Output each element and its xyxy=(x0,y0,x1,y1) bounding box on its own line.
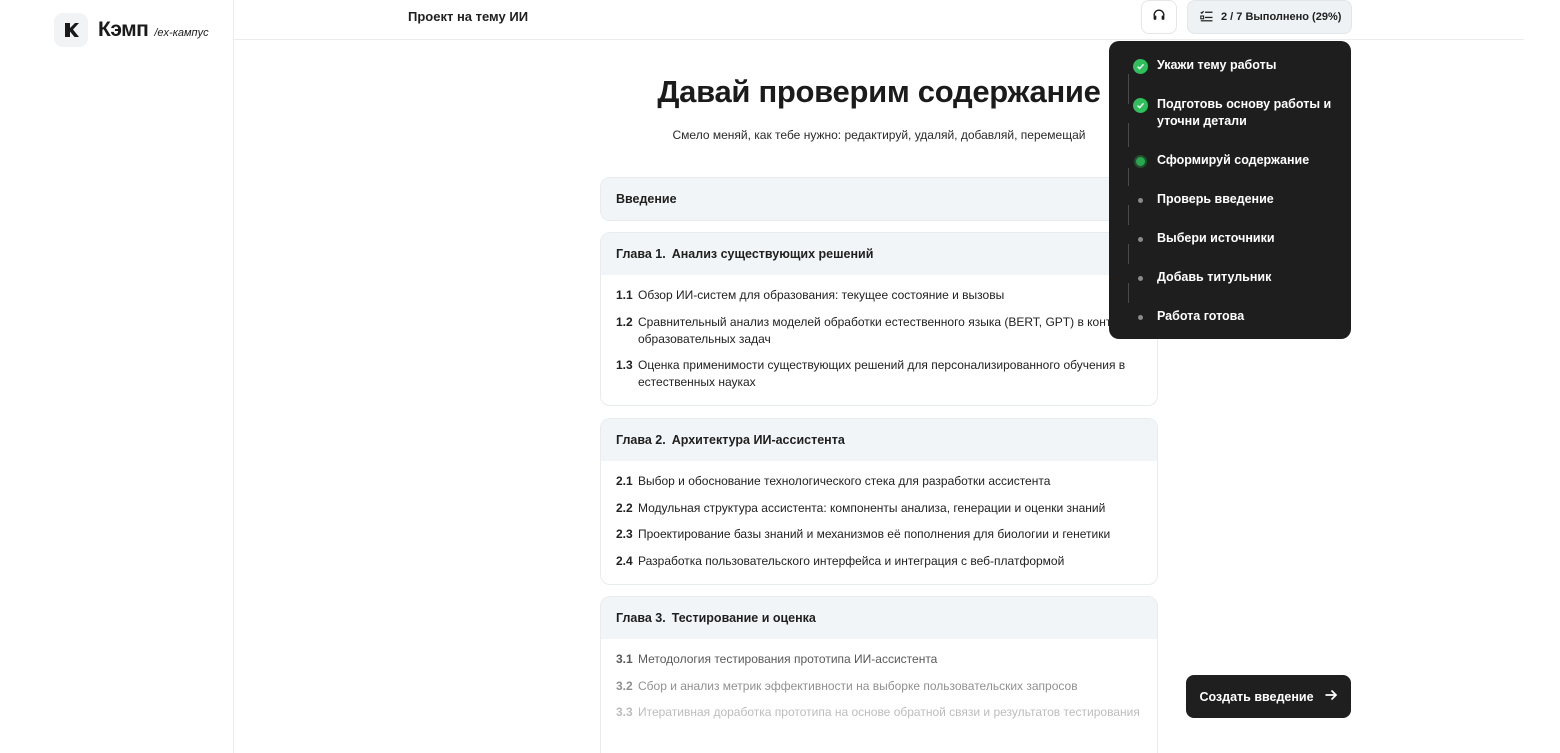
step-label: Добавь титульник xyxy=(1157,270,1272,284)
section-text: Выбор и обоснование технологического сте… xyxy=(638,474,1051,488)
chapter-card-2[interactable]: Глава 2. Архитектура ИИ-ассистента 2.1 В… xyxy=(600,418,1158,585)
step-item-sources[interactable]: Выбери источники xyxy=(1121,230,1339,247)
section-text: Сравнительный анализ моделей обработки е… xyxy=(638,314,1142,346)
step-label: Выбери источники xyxy=(1157,231,1275,245)
chapter-card-3[interactable]: Глава 3. Тестирование и оценка 3.1 Метод… xyxy=(600,596,1158,753)
support-button[interactable] xyxy=(1141,0,1177,34)
intro-heading[interactable]: Введение xyxy=(601,178,1157,220)
intro-card[interactable]: Введение xyxy=(600,177,1158,221)
headset-icon xyxy=(1152,8,1166,27)
section-item[interactable]: 2.1 Выбор и обоснование технологического… xyxy=(616,473,1142,490)
section-text: Разработка пользовательского интерфейса … xyxy=(638,553,1065,568)
step-label: Укажи тему работы xyxy=(1157,58,1277,72)
steps-dropdown: Укажи тему работы Подготовь основу работ… xyxy=(1109,41,1351,339)
brand-logo[interactable]: Кэмп /ex-кампус xyxy=(54,13,209,47)
section-item[interactable]: 1.2 Сравнительный анализ моделей обработ… xyxy=(616,314,1142,348)
section-text: Итеративная доработка прототипа на основ… xyxy=(638,705,1140,719)
step-connector xyxy=(1128,205,1129,225)
step-connector xyxy=(1128,244,1129,264)
step-item-titlepage[interactable]: Добавь титульник xyxy=(1121,269,1339,286)
step-label: Проверь введение xyxy=(1157,192,1274,206)
section-number: 3.2 xyxy=(616,678,633,693)
chapter-heading[interactable]: Глава 1. Анализ существующих решений xyxy=(601,233,1157,275)
step-label: Сформируй содержание xyxy=(1157,153,1310,167)
section-number: 1.3 xyxy=(616,358,633,372)
cta-label: Создать введение xyxy=(1199,689,1314,704)
chapter-heading[interactable]: Глава 2. Архитектура ИИ-ассистента xyxy=(601,419,1157,461)
step-item-basis[interactable]: Подготовь основу работы и уточни детали xyxy=(1121,96,1339,130)
step-item-intro[interactable]: Проверь введение xyxy=(1121,191,1339,208)
page-subtitle: Смело меняй, как тебе нужно: редактируй,… xyxy=(672,128,1086,142)
section-number: 1.1 xyxy=(616,288,633,302)
progress-toggle-button[interactable]: 2 / 7 Выполнено (29%) xyxy=(1187,0,1352,34)
section-item[interactable]: 2.3 Проектирование базы знаний и механиз… xyxy=(616,526,1142,543)
section-item[interactable]: 1.3 Оценка применимости существующих реш… xyxy=(616,357,1142,391)
step-item-done[interactable]: Работа готова xyxy=(1121,308,1339,325)
pending-step-icon xyxy=(1137,314,1143,320)
section-item[interactable]: 2.2 Модульная структура ассистента: комп… xyxy=(616,500,1142,517)
page-title: Давай проверим содержание xyxy=(657,74,1101,109)
chapter-title: Анализ существующих решений xyxy=(671,247,874,261)
logo-mark-icon xyxy=(54,13,88,47)
section-item[interactable]: 3.1 Методология тестирования прототипа И… xyxy=(616,651,1142,668)
pending-step-icon xyxy=(1137,275,1143,281)
check-icon xyxy=(1132,58,1148,74)
active-step-icon xyxy=(1135,156,1145,166)
pending-step-icon xyxy=(1137,236,1143,242)
create-intro-button[interactable]: Создать введение xyxy=(1186,675,1351,718)
section-text: Сбор и анализ метрик эффективности на вы… xyxy=(638,678,1078,693)
chapter-heading[interactable]: Глава 3. Тестирование и оценка xyxy=(601,597,1157,639)
section-item[interactable]: 1.1 Обзор ИИ-систем для образования: тек… xyxy=(616,287,1142,304)
section-text: Обзор ИИ-систем для образования: текущее… xyxy=(638,288,1005,302)
section-number: 1.2 xyxy=(616,314,633,329)
brand-name: Кэмп xyxy=(98,18,149,41)
section-text: Проектирование базы знаний и механизмов … xyxy=(638,527,1111,541)
chapter-card-1[interactable]: Глава 1. Анализ существующих решений 1.1… xyxy=(600,232,1158,406)
step-connector xyxy=(1128,283,1129,303)
step-item-topic[interactable]: Укажи тему работы xyxy=(1121,57,1339,74)
section-item[interactable]: 3.3 Итеративная доработка прототипа на о… xyxy=(616,704,1142,721)
sidebar: Кэмп /ex-кампус xyxy=(0,0,234,753)
section-number: 3.1 xyxy=(616,652,633,666)
section-number: 2.1 xyxy=(616,474,633,488)
step-item-contents[interactable]: Сформируй содержание xyxy=(1121,152,1339,169)
intro-label: Введение xyxy=(616,192,677,206)
step-label: Подготовь основу работы и уточни детали xyxy=(1157,97,1332,128)
brand-sub: /ex-кампус xyxy=(154,27,209,39)
section-text: Оценка применимости существующих решений… xyxy=(638,358,1126,389)
chapter-title: Архитектура ИИ-ассистента xyxy=(671,433,845,447)
chapter-number: Глава 2. xyxy=(616,433,666,447)
step-connector xyxy=(1128,168,1129,186)
section-number: 2.2 xyxy=(616,500,633,515)
check-icon xyxy=(1132,97,1148,113)
chapter-title: Тестирование и оценка xyxy=(671,611,816,625)
chapter-number: Глава 1. xyxy=(616,247,666,261)
section-text: Методология тестирования прототипа ИИ-ас… xyxy=(638,652,938,666)
step-label: Работа готова xyxy=(1157,309,1245,323)
arrow-right-icon xyxy=(1324,688,1338,705)
section-number: 2.3 xyxy=(616,527,633,541)
progress-label: 2 / 7 Выполнено (29%) xyxy=(1221,11,1342,23)
section-text: Модульная структура ассистента: компонен… xyxy=(638,500,1106,515)
pending-step-icon xyxy=(1137,197,1143,203)
section-item[interactable]: 3.2 Сбор и анализ метрик эффективности н… xyxy=(616,678,1142,695)
checklist-icon xyxy=(1200,10,1213,25)
section-item[interactable]: 2.4 Разработка пользовательского интерфе… xyxy=(616,553,1142,570)
project-title: Проект на тему ИИ xyxy=(408,9,529,24)
top-header: Проект на тему ИИ 2 / 7 Выполнено (29%) xyxy=(234,0,1524,40)
section-number: 3.3 xyxy=(616,705,633,719)
section-number: 2.4 xyxy=(616,553,633,568)
chapter-number: Глава 3. xyxy=(616,611,666,625)
